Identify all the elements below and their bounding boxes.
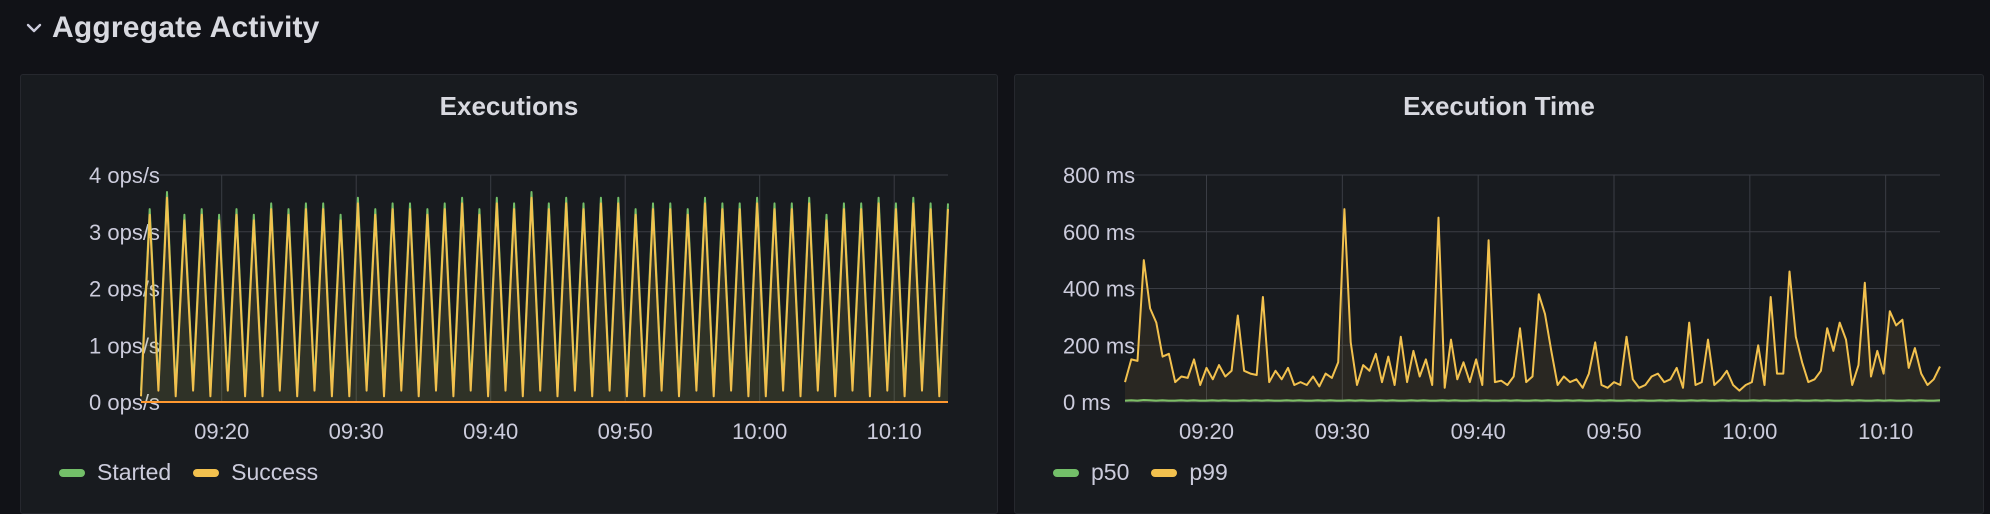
y-tick-label: 0 ms (1063, 390, 1111, 415)
x-tick-label: 09:50 (598, 419, 653, 444)
x-tick-label: 09:50 (1586, 419, 1641, 444)
legend-label: p99 (1189, 459, 1228, 485)
executions-chart[interactable]: 0 ops/s1 ops/s2 ops/s3 ops/s4 ops/s09:20… (21, 75, 999, 455)
series-line-p99 (1124, 208, 1941, 392)
x-tick-label: 09:30 (329, 419, 384, 444)
execution-time-chart[interactable]: 0 ms 200 ms 400 ms 600 ms 800 ms 09:20 09:30 09… (1015, 75, 1985, 455)
legend-item-p99[interactable]: p99 (1151, 459, 1228, 486)
legend: p50 p99 (1053, 459, 1228, 486)
x-tick-label: 09:20 (194, 419, 249, 444)
x-tick-label: 09:30 (1315, 419, 1370, 444)
y-tick-label: 800 ms (1063, 163, 1135, 188)
legend-swatch (1151, 468, 1178, 477)
x-tick-label: 09:40 (463, 419, 518, 444)
legend-label: Success (231, 459, 319, 485)
legend-item-started[interactable]: Started (59, 459, 171, 486)
legend-item-p50[interactable]: p50 (1053, 459, 1129, 486)
legend-swatch (1053, 468, 1079, 477)
y-tick-label: 400 ms (1063, 277, 1135, 302)
row-header[interactable]: Aggregate Activity (24, 8, 320, 48)
chevron-down-icon[interactable] (24, 18, 44, 38)
x-tick-label: 10:10 (1858, 419, 1913, 444)
x-tick-label: 10:00 (1722, 419, 1777, 444)
legend-swatch (193, 468, 220, 477)
legend-item-success[interactable]: Success (193, 459, 318, 486)
x-tick-label: 09:40 (1451, 419, 1506, 444)
row-title: Aggregate Activity (52, 11, 320, 44)
y-tick-label: 200 ms (1063, 333, 1135, 358)
legend-label: p50 (1091, 459, 1130, 485)
x-tick-label: 10:10 (867, 419, 922, 444)
executions-panel[interactable]: Executions 0 ops/s 1 ops/s 2 ops/s 3 ops/s 4… (20, 74, 998, 514)
x-tick-label: 10:00 (732, 419, 787, 444)
x-tick-label: 09:20 (1179, 419, 1234, 444)
y-tick-label: 4 ops/s (89, 163, 160, 188)
execution-time-panel[interactable]: Execution Time 0 ms 200 ms 400 ms 600 ms 800… (1014, 74, 1984, 514)
legend-label: Started (97, 459, 172, 485)
y-tick-label: 600 ms (1063, 220, 1135, 245)
legend-swatch (59, 468, 85, 477)
legend: Started Success (59, 459, 318, 486)
